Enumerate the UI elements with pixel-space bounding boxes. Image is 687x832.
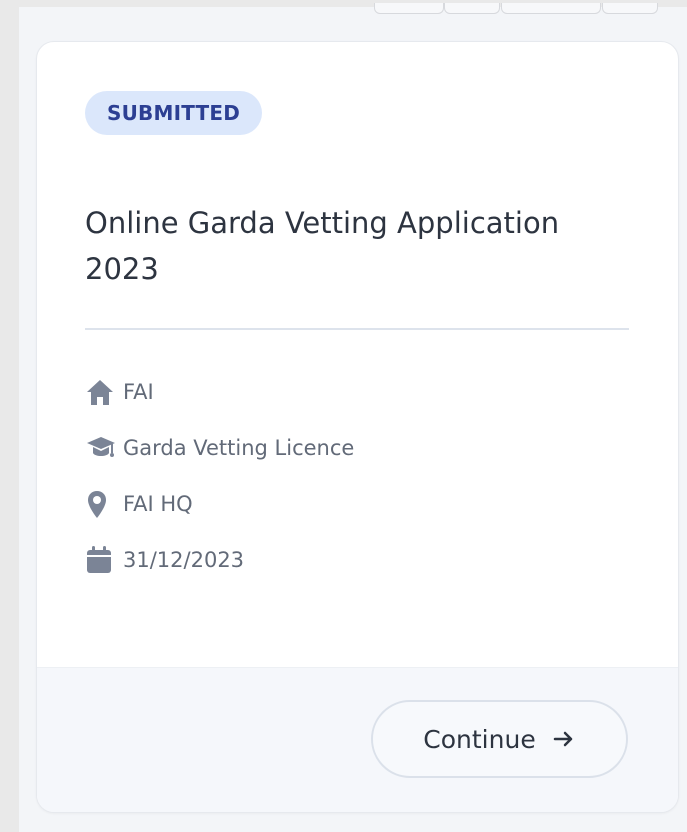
continue-button[interactable]: Continue [371,700,628,778]
detail-location-row: FAI HQ [85,476,645,532]
continue-label: Continue [423,724,536,754]
licence-text: Garda Vetting Licence [123,436,355,460]
top-tab-2 [444,3,500,14]
organisation-text: FAI [123,380,154,404]
map-pin-icon [85,488,123,520]
card-divider [85,328,629,330]
detail-licence-row: Garda Vetting Licence [85,420,645,476]
top-tab-4 [602,3,658,14]
top-tab-1 [374,3,444,14]
detail-date-row: 31/12/2023 [85,532,645,588]
location-text: FAI HQ [123,492,193,516]
house-icon [85,376,123,408]
arrow-right-icon [552,727,576,751]
status-badge: SUBMITTED [85,91,263,135]
date-text: 31/12/2023 [123,548,245,572]
graduation-cap-icon [85,432,123,464]
application-title: Online Garda Vetting Application 2023 [85,206,560,286]
application-card: SUBMITTED Online Garda Vetting Applicati… [36,41,679,813]
top-tab-3 [501,3,601,14]
calendar-icon [85,544,123,576]
application-details: FAI Garda Vetting Licence FAI HQ 31/12/2… [85,364,645,588]
card-footer: Continue [37,667,678,812]
detail-organisation-row: FAI [85,364,645,420]
top-tabs [374,3,687,15]
